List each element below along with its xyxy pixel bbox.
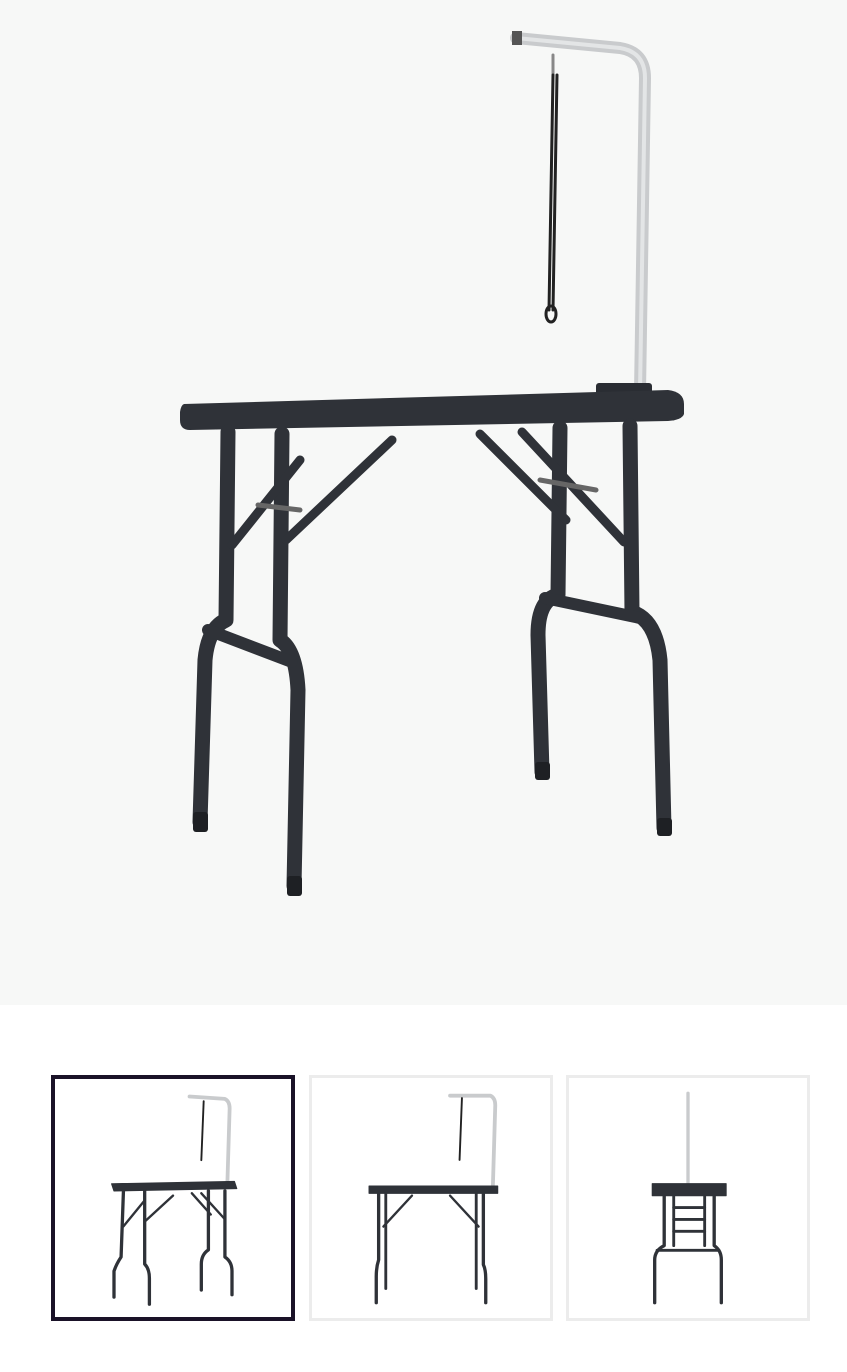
main-product-image: [0, 0, 847, 1005]
thumbnail-strip: [0, 1005, 847, 1372]
thumbnail-2[interactable]: [566, 1075, 810, 1321]
thumbnail-0[interactable]: [51, 1075, 295, 1321]
grooming-table-angle-thumbnail: [111, 1094, 238, 1306]
grooming-table-end-thumbnail: [651, 1091, 727, 1305]
grooming-table-illustration: [180, 31, 684, 896]
grooming-table-side-thumbnail: [368, 1093, 499, 1305]
thumbnail-1[interactable]: [309, 1075, 553, 1321]
